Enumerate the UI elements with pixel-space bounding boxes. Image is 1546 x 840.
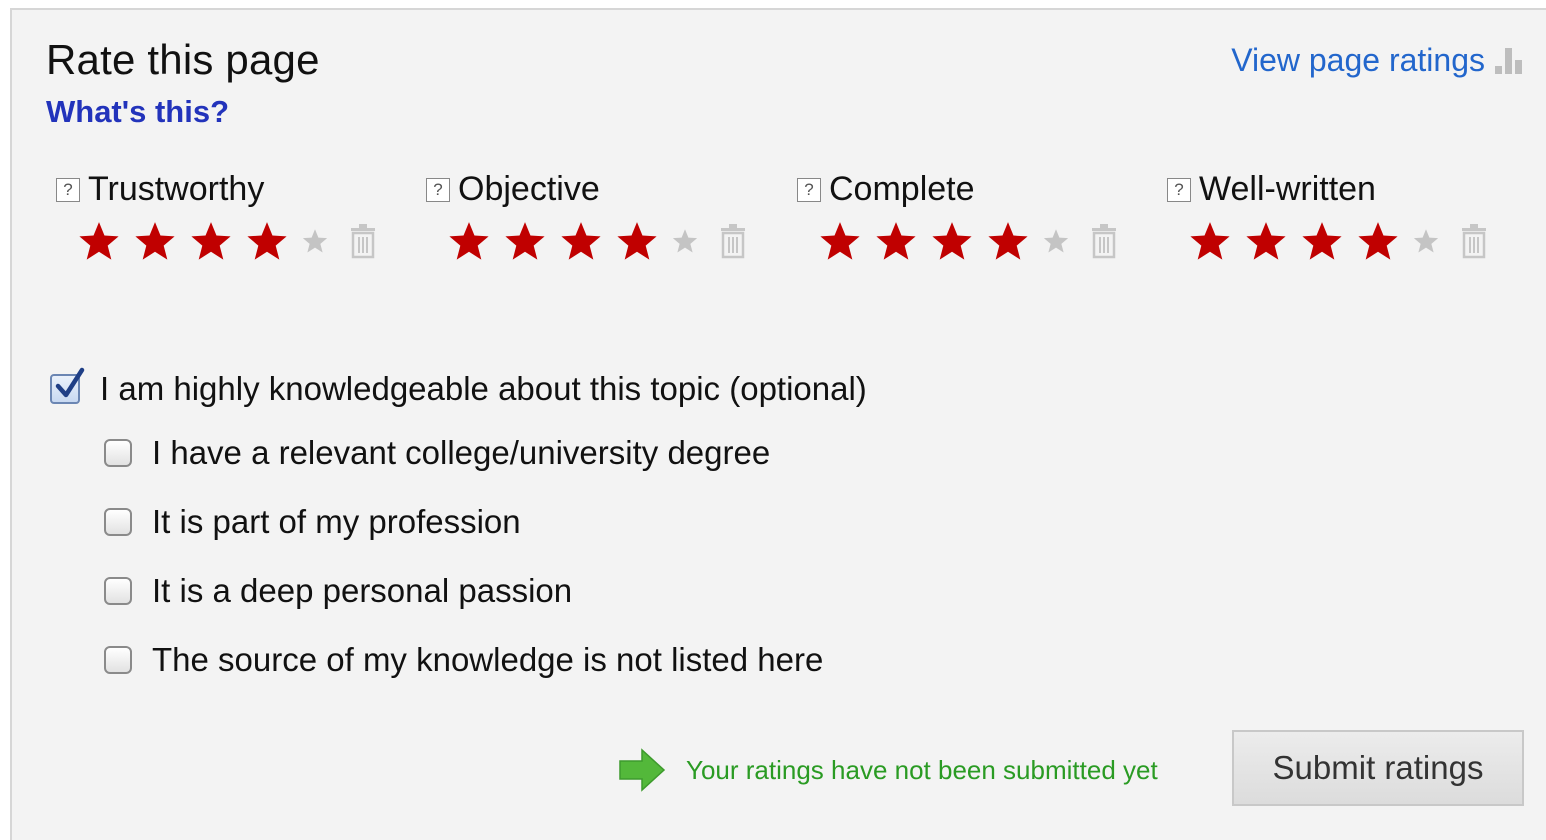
star-rating [819,220,1119,262]
knowledge-main-row[interactable]: I am highly knowledgeable about this top… [50,367,867,408]
submission-status: Your ratings have not been submitted yet [618,748,1158,792]
help-icon[interactable]: ? [797,177,821,202]
option-label: It is a deep personal passion [152,572,573,609]
rating-category: ? Well-written [1167,170,1527,260]
knowledge-option[interactable]: I have a relevant college/university deg… [104,434,770,472]
rating-category: ? Trustworthy [56,170,416,260]
star-icon[interactable] [1413,228,1439,254]
trash-icon[interactable] [348,223,378,259]
option-label: I have a relevant college/university deg… [152,434,771,471]
star-icon[interactable] [504,220,546,262]
rate-page-panel: Rate this page What's this? View page ra… [10,8,1546,840]
status-message: Your ratings have not been submitted yet [686,754,1158,785]
rating-category: ? Complete [797,170,1157,260]
star-icon[interactable] [560,220,602,262]
knowledge-main-label: I am highly knowledgeable about this top… [100,370,867,407]
knowledge-option[interactable]: It is a deep personal passion [104,572,572,610]
category-label-row: ? Trustworthy [56,170,264,209]
knowledge-option[interactable]: It is part of my profession [104,503,521,541]
page-title: Rate this page [46,36,320,83]
star-rating [1189,220,1489,262]
bar-chart-icon [1495,47,1522,74]
help-icon[interactable]: ? [56,177,80,202]
help-icon[interactable]: ? [1167,177,1191,202]
option-label: It is part of my profession [152,503,521,540]
green-arrow-icon [619,748,666,792]
option-checkbox[interactable] [104,439,132,467]
view-page-ratings-link[interactable]: View page ratings [1231,42,1485,79]
star-icon[interactable] [134,220,176,262]
star-icon[interactable] [1245,220,1287,262]
star-icon[interactable] [246,220,288,262]
knowledge-main-checkbox[interactable] [50,367,85,404]
star-icon[interactable] [78,220,120,262]
star-icon[interactable] [1043,228,1069,254]
star-icon[interactable] [1301,220,1343,262]
star-rating [78,220,378,262]
option-checkbox[interactable] [104,508,132,536]
rating-categories: ? Trustworthy? Objective? Complete? Well-wri… [12,170,1546,260]
option-label: The source of my knowledge is not listed… [152,641,824,678]
star-icon[interactable] [1189,220,1231,262]
trash-icon[interactable] [1459,223,1489,259]
trash-icon[interactable] [1089,223,1119,259]
category-name: Complete [829,170,975,208]
trash-icon[interactable] [718,223,748,259]
star-rating [448,220,748,262]
category-name: Well-written [1199,170,1376,208]
submit-ratings-button[interactable]: Submit ratings [1232,730,1524,806]
star-icon[interactable] [672,228,698,254]
option-checkbox[interactable] [104,577,132,605]
rating-category: ? Objective [426,170,786,260]
star-icon[interactable] [1357,220,1399,262]
star-icon[interactable] [616,220,658,262]
star-icon[interactable] [819,220,861,262]
star-icon[interactable] [987,220,1029,262]
view-page-ratings[interactable]: View page ratings [1231,42,1522,79]
category-name: Objective [458,170,600,208]
checkmark-icon [55,367,85,398]
category-label-row: ? Complete [797,170,975,209]
star-icon[interactable] [190,220,232,262]
help-icon[interactable]: ? [426,177,450,202]
knowledge-option[interactable]: The source of my knowledge is not listed… [104,641,823,679]
category-label-row: ? Objective [426,170,600,209]
whats-this-link[interactable]: What's this? [46,94,229,130]
star-icon[interactable] [302,228,328,254]
star-icon[interactable] [931,220,973,262]
category-label-row: ? Well-written [1167,170,1376,209]
star-icon[interactable] [448,220,490,262]
star-icon[interactable] [875,220,917,262]
category-name: Trustworthy [88,170,265,208]
option-checkbox[interactable] [104,646,132,674]
